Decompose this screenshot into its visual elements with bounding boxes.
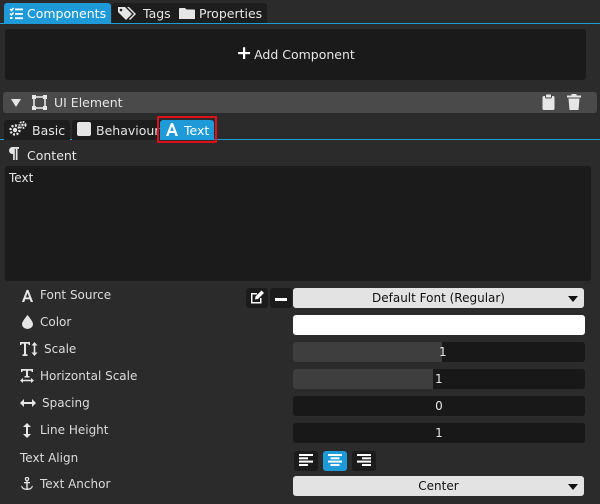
collapse-triangle-icon[interactable] <box>11 97 21 111</box>
add-component-label: Add Component <box>254 47 355 62</box>
edit-icon <box>250 290 265 307</box>
font-source-label: Font Source <box>20 288 111 302</box>
text-anchor-value: Center <box>418 479 459 493</box>
content-label-text: Content <box>27 147 77 163</box>
horizontal-scale-slider-fill <box>293 369 434 389</box>
tab-behaviour-label: Behaviour <box>96 122 160 138</box>
scale-value: 1 <box>439 345 447 359</box>
content-value: Text <box>9 171 34 185</box>
horizontal-scale-value: 1 <box>435 372 443 386</box>
plus-icon: + <box>236 42 253 64</box>
scale-label: Scale <box>20 342 76 356</box>
tab-components[interactable]: Components <box>4 3 112 23</box>
font-source-dropdown[interactable]: Default Font (Regular) <box>293 288 584 308</box>
ui-frame-icon <box>32 95 47 113</box>
arrows-horizontal-icon <box>20 396 36 410</box>
tab-basic-label: Basic <box>32 122 66 138</box>
chevron-down-icon <box>568 484 578 490</box>
align-center-button[interactable] <box>323 451 347 471</box>
color-picker[interactable] <box>293 315 585 335</box>
droplet-icon <box>20 315 34 329</box>
folder-icon <box>179 7 195 20</box>
scale-slider-fill <box>293 342 442 362</box>
chevron-down-icon <box>568 296 578 302</box>
top-tab-bar: Components Tags Properties <box>0 0 600 24</box>
paragraph-icon <box>8 147 19 163</box>
tab-tags-label: Tags <box>143 5 171 21</box>
ui-element-header[interactable]: UI Element <box>3 92 597 113</box>
arrows-vertical-icon <box>20 422 34 438</box>
align-left-button[interactable] <box>294 451 318 471</box>
trash-icon[interactable] <box>567 94 581 113</box>
tab-tags[interactable]: Tags <box>112 3 176 23</box>
font-source-value: Default Font (Regular) <box>372 291 505 305</box>
anchor-icon <box>20 477 34 491</box>
line-height-value: 1 <box>435 426 443 440</box>
checklist-icon <box>9 7 23 20</box>
content-textarea[interactable]: Text <box>5 166 591 281</box>
minus-icon <box>275 291 287 305</box>
tab-components-label: Components <box>27 5 107 21</box>
spacing-label: Spacing <box>20 396 90 410</box>
color-label: Color <box>20 315 71 329</box>
text-anchor-label: Text Anchor <box>20 477 110 491</box>
horizontal-scale-slider[interactable]: 1 <box>293 369 585 389</box>
spacing-input[interactable]: 0 <box>293 396 585 416</box>
line-height-input[interactable]: 1 <box>293 423 585 443</box>
tab-behaviour[interactable]: Behaviour <box>72 120 165 140</box>
component-tab-bar: Basic Behaviour Text <box>0 118 600 140</box>
text-tab-highlight <box>157 116 217 143</box>
add-component-button[interactable]: + Add Component <box>5 29 586 80</box>
tags-icon <box>117 6 139 21</box>
text-align-label: Text Align <box>20 451 79 465</box>
gears-icon <box>9 121 27 139</box>
remove-font-button[interactable] <box>270 288 292 308</box>
horizontal-scale-label: Horizontal Scale <box>20 369 137 383</box>
align-left-icon <box>299 453 313 469</box>
align-right-icon <box>357 453 371 469</box>
content-label: Content <box>8 147 77 163</box>
tab-properties[interactable]: Properties <box>174 3 268 23</box>
text-anchor-dropdown[interactable]: Center <box>293 476 584 496</box>
text-width-icon <box>20 369 34 383</box>
align-right-button[interactable] <box>352 451 376 471</box>
align-center-icon <box>328 453 342 469</box>
ui-element-title: UI Element <box>54 95 123 110</box>
spacing-value: 0 <box>435 399 443 413</box>
line-height-label: Line Height <box>20 422 109 438</box>
square-icon <box>77 121 91 139</box>
scale-slider[interactable]: 1 <box>293 342 585 362</box>
text-height-icon <box>20 342 38 356</box>
font-icon <box>20 288 34 302</box>
clipboard-icon[interactable] <box>542 93 555 113</box>
tab-basic[interactable]: Basic <box>4 120 71 140</box>
edit-font-button[interactable] <box>246 288 268 308</box>
tab-properties-label: Properties <box>199 5 263 21</box>
